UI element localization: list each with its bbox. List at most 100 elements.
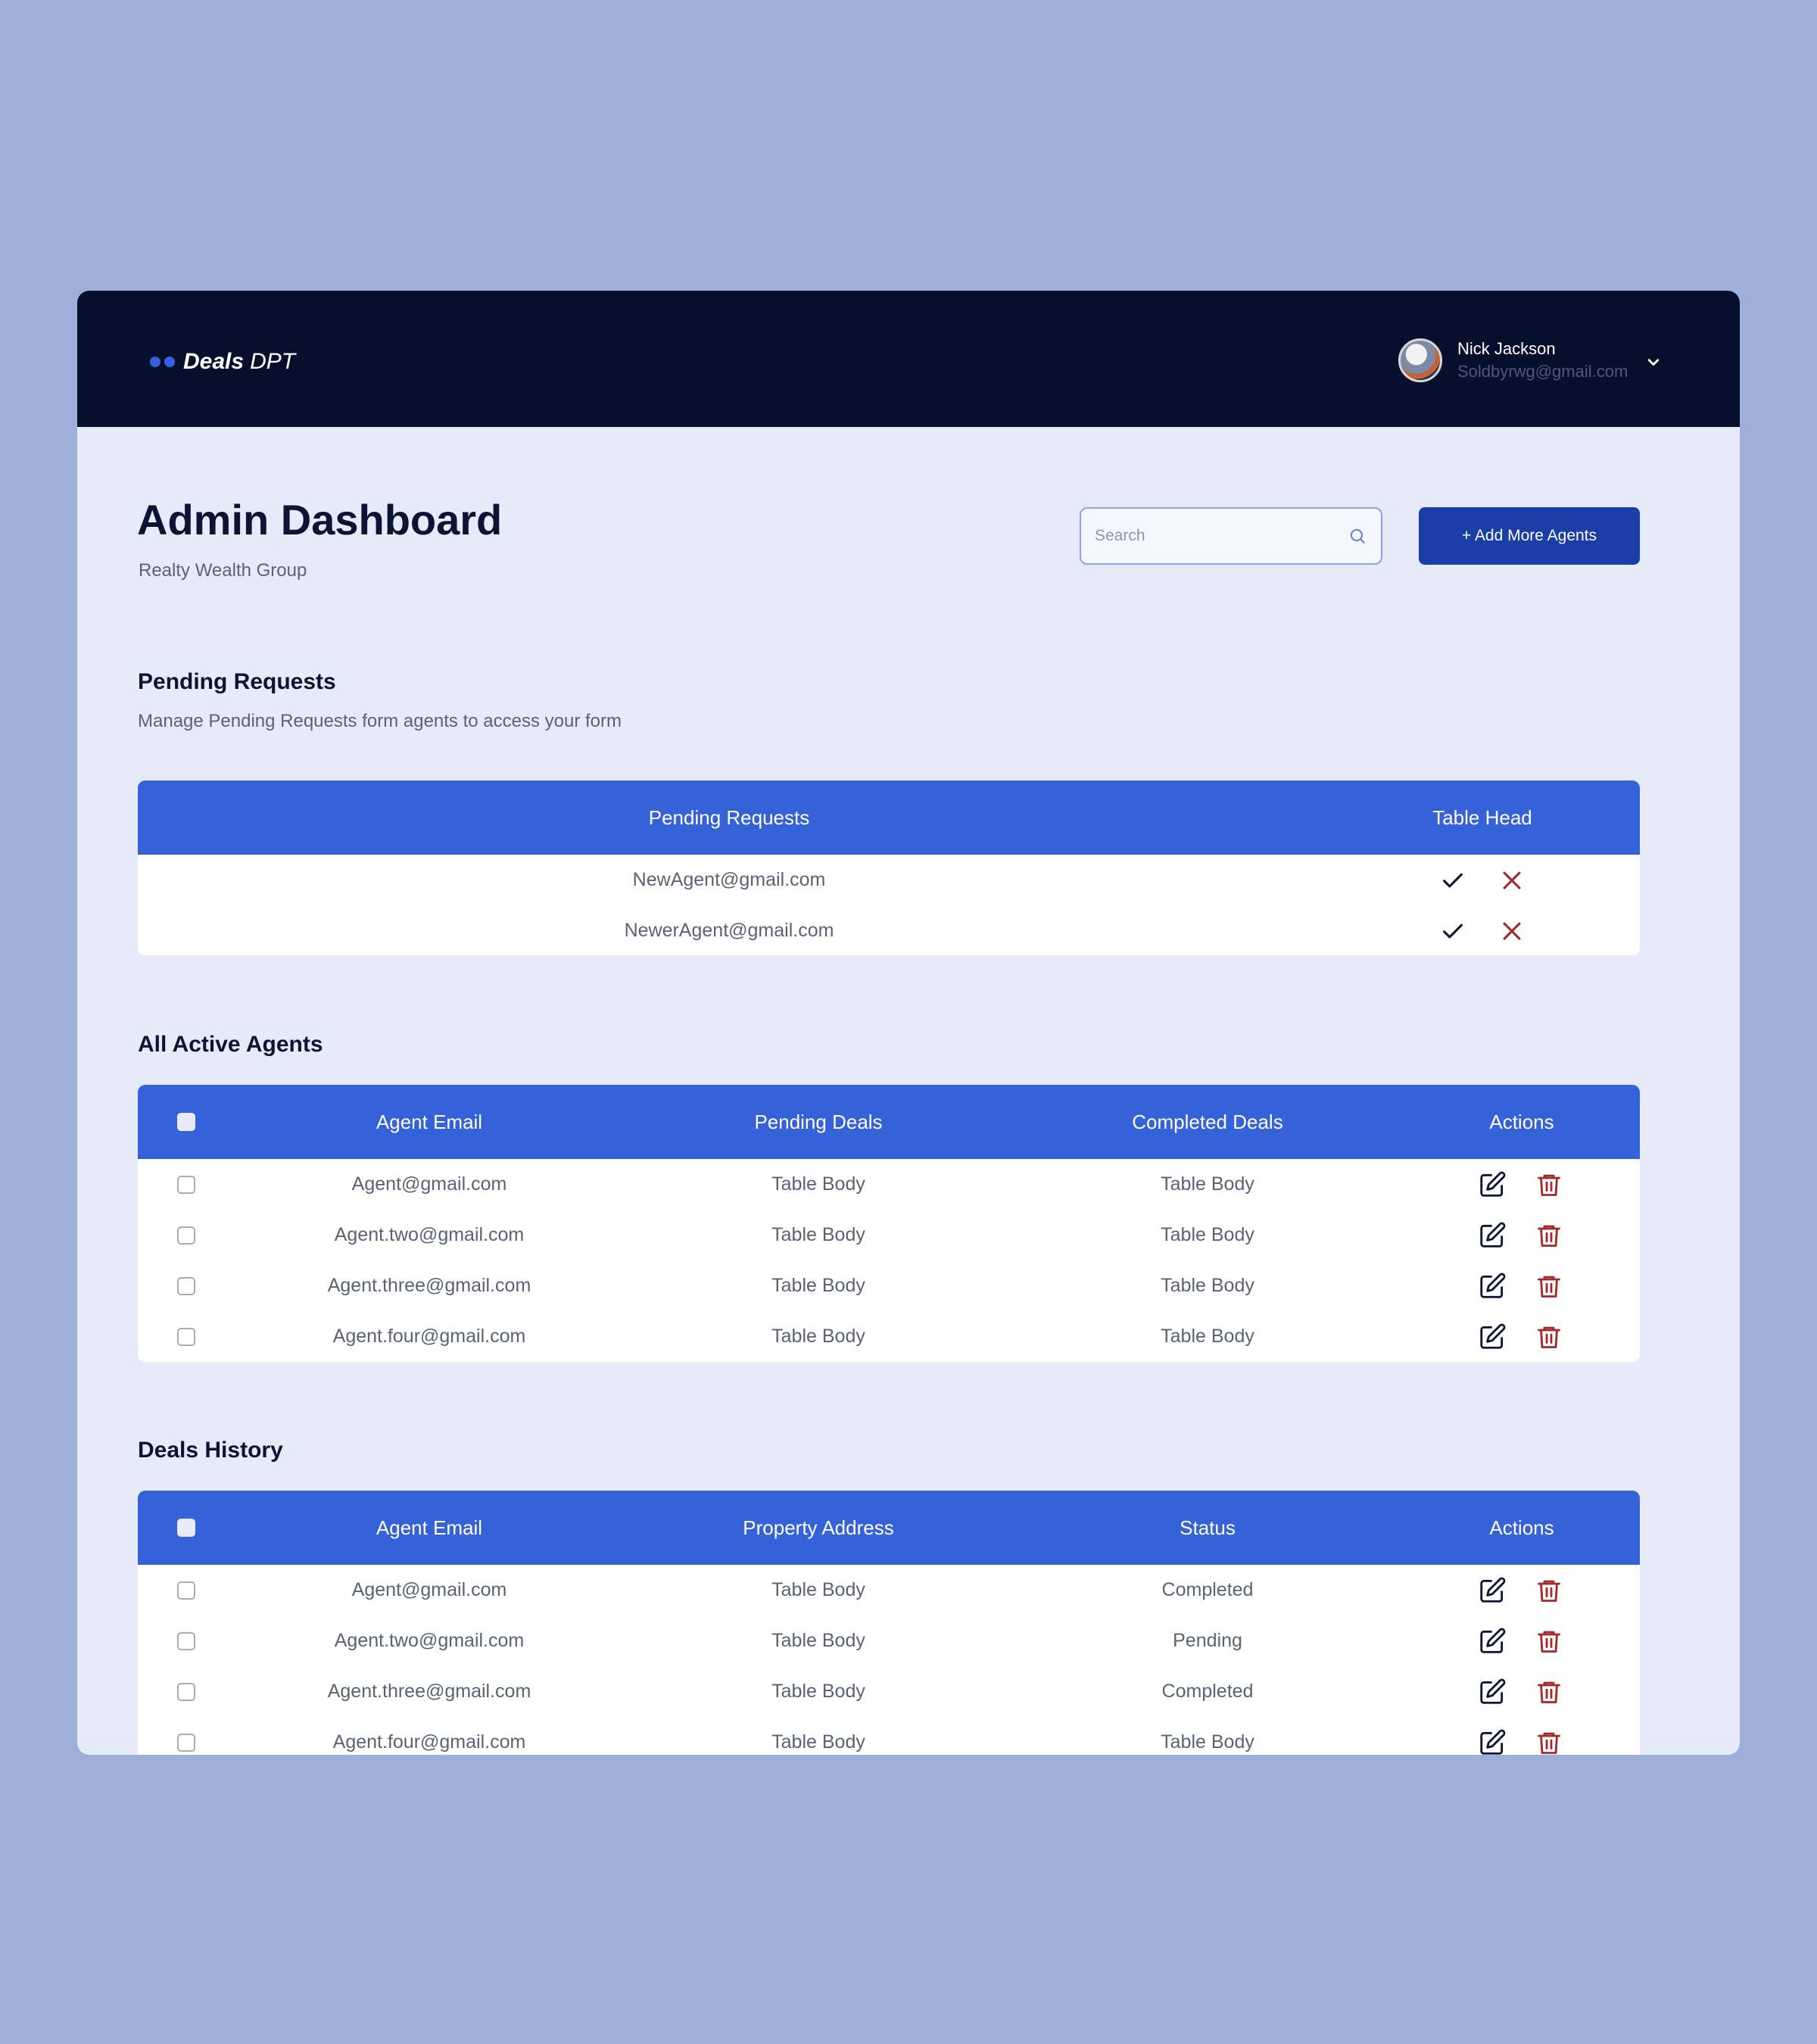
app-logo[interactable]: Deals DPT [150,345,295,379]
row-checkbox[interactable] [177,1176,195,1194]
pending-deals: Table Body [771,1275,865,1296]
agent-email: Agent@gmail.com [351,1579,507,1600]
delete-button[interactable] [1535,1565,1563,1616]
trash-icon[interactable] [1535,1628,1563,1655]
delete-button[interactable] [1535,1260,1563,1311]
deal-status: Completed [1161,1579,1254,1600]
table-row: Agent.two@gmail.com Table Body Pending [138,1616,1640,1666]
approve-button[interactable] [1440,855,1466,905]
logo-bold-text: Deals [183,349,245,374]
edit-icon[interactable] [1478,1728,1507,1756]
edit-button[interactable] [1478,1666,1507,1717]
edit-button[interactable] [1478,1565,1507,1616]
close-icon[interactable] [1499,918,1525,944]
edit-icon[interactable] [1478,1272,1507,1301]
deals-history-table: Agent Email Property Address Status Acti… [138,1491,1640,1755]
deal-status: Completed [1161,1681,1254,1702]
column-header-agent-email[interactable]: Agent Email [376,1085,482,1159]
delete-button[interactable] [1535,1666,1563,1717]
trash-icon[interactable] [1535,1323,1563,1351]
add-agents-button[interactable]: + Add More Agents [1419,507,1640,565]
delete-button[interactable] [1535,1616,1563,1666]
table-header: Pending Requests Table Head [138,781,1640,855]
top-navbar: Deals DPT Nick Jackson Soldbyrwg@gmail.c… [77,291,1740,427]
agent-email: Agent.three@gmail.com [327,1275,531,1296]
edit-icon[interactable] [1478,1627,1507,1656]
table-row: NewerAgent@gmail.com [138,905,1640,955]
table-row: NewAgent@gmail.com [138,855,1640,905]
pending-section-title: Pending Requests [138,669,336,694]
column-header-pending-deals[interactable]: Pending Deals [754,1085,882,1159]
column-header-table-head[interactable]: Table Head [1432,781,1532,855]
trash-icon[interactable] [1535,1729,1563,1756]
pending-deals: Table Body [771,1326,865,1347]
user-name: Nick Jackson [1457,339,1556,358]
edit-button[interactable] [1478,1260,1507,1311]
edit-button[interactable] [1478,1159,1507,1210]
approve-button[interactable] [1440,905,1466,955]
edit-button[interactable] [1478,1311,1507,1362]
table-row: Agent@gmail.com Table Body Table Body [138,1159,1640,1210]
column-header-actions[interactable]: Actions [1489,1491,1554,1565]
reject-button[interactable] [1499,855,1525,905]
search-input[interactable] [1095,527,1348,545]
trash-icon[interactable] [1535,1273,1563,1300]
column-header-status[interactable]: Status [1180,1491,1236,1565]
delete-button[interactable] [1535,1717,1563,1755]
table-row: Agent@gmail.com Table Body Completed [138,1565,1640,1616]
property-address: Table Body [771,1630,865,1651]
edit-icon[interactable] [1478,1678,1507,1706]
column-header-agent-email[interactable]: Agent Email [376,1491,482,1565]
user-menu[interactable]: Nick Jackson Soldbyrwg@gmail.com [1398,336,1628,385]
edit-button[interactable] [1478,1616,1507,1666]
row-checkbox[interactable] [177,1683,195,1701]
search-icon[interactable] [1348,526,1367,546]
deals-section-title: Deals History [138,1438,283,1463]
trash-icon[interactable] [1535,1222,1563,1249]
edit-icon[interactable] [1478,1576,1507,1605]
column-header-completed-deals[interactable]: Completed Deals [1132,1085,1282,1159]
avatar[interactable] [1398,338,1442,382]
edit-icon[interactable] [1478,1170,1507,1199]
trash-icon[interactable] [1535,1171,1563,1198]
check-icon[interactable] [1440,868,1466,893]
table-row: Agent.four@gmail.com Table Body Table Bo… [138,1717,1640,1755]
chevron-down-icon[interactable] [1643,351,1664,372]
row-checkbox[interactable] [177,1581,195,1600]
column-header-pending-requests[interactable]: Pending Requests [649,781,809,855]
property-address: Table Body [771,1681,865,1702]
trash-icon[interactable] [1535,1678,1563,1706]
agent-email: Agent.four@gmail.com [332,1731,526,1753]
check-icon[interactable] [1440,918,1466,944]
table-row: Agent.three@gmail.com Table Body Complet… [138,1666,1640,1717]
edit-button[interactable] [1478,1210,1507,1260]
pending-deals: Table Body [771,1224,865,1245]
page-subtitle: Realty Wealth Group [139,560,307,581]
row-checkbox[interactable] [177,1226,195,1245]
delete-button[interactable] [1535,1159,1563,1210]
delete-button[interactable] [1535,1210,1563,1260]
agents-section-title: All Active Agents [138,1032,323,1057]
edit-button[interactable] [1478,1717,1507,1755]
agent-email: Agent.two@gmail.com [334,1224,525,1245]
select-all-checkbox[interactable] [177,1519,195,1537]
deal-status: Table Body [1161,1731,1254,1753]
row-checkbox[interactable] [177,1734,195,1752]
pending-requests-table: Pending Requests Table Head NewAgent@gma… [138,781,1640,955]
row-checkbox[interactable] [177,1328,195,1346]
edit-icon[interactable] [1478,1323,1507,1351]
row-checkbox[interactable] [177,1277,195,1295]
edit-icon[interactable] [1478,1221,1507,1250]
page-title: Admin Dashboard [137,496,503,544]
select-all-checkbox[interactable] [177,1113,195,1131]
reject-button[interactable] [1499,905,1525,955]
close-icon[interactable] [1499,868,1525,893]
trash-icon[interactable] [1535,1577,1563,1604]
row-checkbox[interactable] [177,1632,195,1650]
deal-status: Pending [1173,1630,1242,1651]
column-header-actions[interactable]: Actions [1489,1085,1554,1159]
column-header-property-address[interactable]: Property Address [743,1491,893,1565]
delete-button[interactable] [1535,1311,1563,1362]
table-row: Agent.four@gmail.com Table Body Table Bo… [138,1311,1640,1362]
search-box[interactable] [1080,507,1382,565]
